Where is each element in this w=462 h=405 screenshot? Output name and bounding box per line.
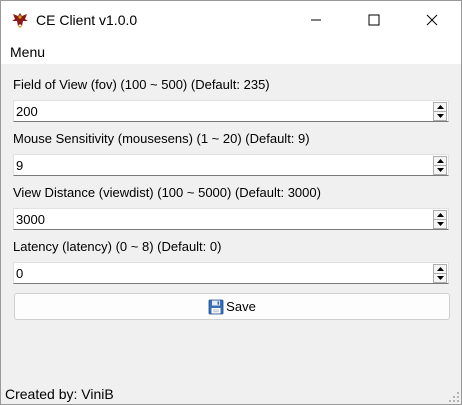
fov-input[interactable] bbox=[16, 102, 426, 121]
window-title: CE Client v1.0.0 bbox=[36, 12, 138, 28]
save-button[interactable]: Save bbox=[14, 293, 450, 320]
arrow-up-icon bbox=[436, 213, 444, 217]
arrow-down-icon bbox=[436, 276, 444, 280]
viewdist-spinbox[interactable] bbox=[13, 208, 449, 230]
mousesens-spinbox[interactable] bbox=[13, 154, 449, 176]
mousesens-decrement-button[interactable] bbox=[433, 166, 447, 175]
latency-spinbox[interactable] bbox=[13, 262, 449, 284]
app-window: CE Client v1.0.0 Menu Field of View (fov… bbox=[0, 0, 462, 405]
viewdist-label: View Distance (viewdist) (100 ~ 5000) (D… bbox=[13, 185, 321, 200]
latency-label: Latency (latency) (0 ~ 8) (Default: 0) bbox=[13, 239, 222, 254]
minimize-button[interactable] bbox=[287, 1, 345, 39]
maximize-button[interactable] bbox=[345, 1, 403, 39]
arrow-down-icon bbox=[436, 114, 444, 118]
mousesens-label: Mouse Sensitivity (mousesens) (1 ~ 20) (… bbox=[13, 131, 310, 146]
viewdist-input[interactable] bbox=[16, 210, 426, 229]
arrow-up-icon bbox=[436, 105, 444, 109]
maximize-icon bbox=[368, 14, 380, 26]
latency-input[interactable] bbox=[16, 264, 426, 283]
latency-decrement-button[interactable] bbox=[433, 274, 447, 283]
close-button[interactable] bbox=[403, 1, 461, 39]
viewdist-decrement-button[interactable] bbox=[433, 220, 447, 229]
resize-grip-icon[interactable] bbox=[448, 391, 460, 403]
title-bar: CE Client v1.0.0 bbox=[1, 1, 461, 39]
eagle-icon bbox=[12, 13, 28, 28]
mousesens-increment-button[interactable] bbox=[433, 156, 447, 166]
arrow-up-icon bbox=[436, 159, 444, 163]
minimize-icon bbox=[311, 19, 321, 21]
fov-spinbox[interactable] bbox=[13, 100, 449, 122]
arrow-down-icon bbox=[436, 168, 444, 172]
fov-increment-button[interactable] bbox=[433, 102, 447, 112]
menu-item-menu[interactable]: Menu bbox=[10, 44, 45, 60]
save-button-label: Save bbox=[226, 299, 256, 314]
mousesens-input[interactable] bbox=[16, 156, 426, 175]
fov-spin-buttons bbox=[433, 102, 447, 121]
latency-increment-button[interactable] bbox=[433, 264, 447, 274]
close-icon bbox=[426, 14, 438, 26]
fov-decrement-button[interactable] bbox=[433, 112, 447, 121]
fov-label: Field of View (fov) (100 ~ 500) (Default… bbox=[13, 77, 270, 92]
viewdist-increment-button[interactable] bbox=[433, 210, 447, 220]
floppy-disk-icon bbox=[208, 299, 224, 314]
credits-text: Created by: ViniB bbox=[5, 386, 114, 402]
menu-bar: Menu bbox=[1, 39, 461, 65]
arrow-down-icon bbox=[436, 222, 444, 226]
arrow-up-icon bbox=[436, 267, 444, 271]
viewdist-spin-buttons bbox=[433, 210, 447, 229]
mousesens-spin-buttons bbox=[433, 156, 447, 175]
latency-spin-buttons bbox=[433, 264, 447, 283]
